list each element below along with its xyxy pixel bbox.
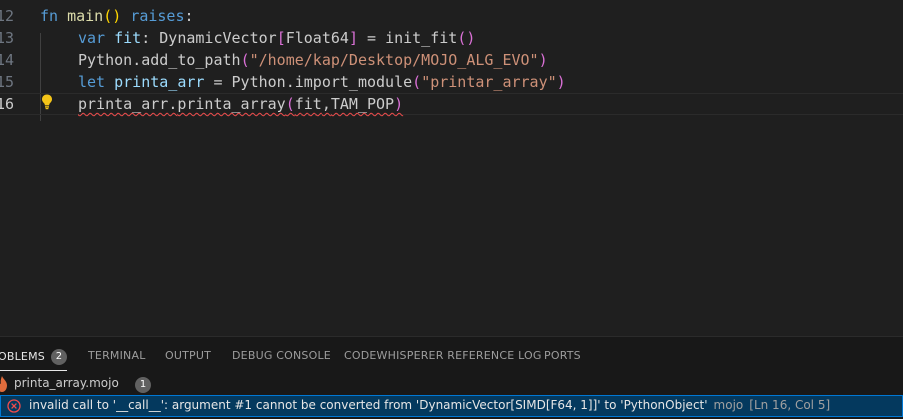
code-token: "/home/kap/Desktop/MOJO_ALG_EVO": [249, 51, 539, 69]
code-line-13[interactable]: 13 var fit: DynamicVector[Float64] = ini…: [0, 27, 903, 49]
code-token: .: [132, 51, 142, 69]
code-token: .: [285, 73, 295, 91]
bottom-panel: OBLEMS 2 TERMINAL OUTPUT DEBUG CONSOLE CO…: [0, 336, 903, 419]
code-token: ): [394, 95, 404, 113]
problem-error-row[interactable]: invalid call to '__call__': argument #1 …: [0, 395, 903, 417]
code-token: printa_arr: [78, 95, 169, 113]
error-source: mojo: [713, 398, 744, 412]
tab-terminal[interactable]: TERMINAL: [88, 349, 146, 362]
code-token: fn: [40, 7, 68, 25]
line-number: 12: [0, 7, 14, 25]
code-line-14[interactable]: 14 Python.add_to_path("/home/kap/Desktop…: [0, 49, 903, 71]
tab-output[interactable]: OUTPUT: [165, 349, 211, 362]
problems-count-badge: 2: [50, 349, 67, 365]
tab-label: OBLEMS: [0, 350, 45, 363]
code-token: .: [168, 95, 178, 113]
code-token: ): [538, 51, 548, 69]
code-token: ,: [321, 95, 331, 113]
code-token: main: [67, 7, 104, 25]
code-token: =: [357, 29, 386, 47]
code-token: add_to_path: [141, 51, 241, 69]
error-icon: [7, 399, 21, 413]
code-editor[interactable]: 12 fn main() raises: 13 var fit: Dynamic…: [0, 0, 903, 336]
problem-file-row[interactable]: printa_array.mojo 1: [0, 373, 903, 395]
code-token: printa_arr: [114, 73, 205, 91]
code-token: (: [285, 95, 295, 113]
code-token: fit: [114, 29, 142, 47]
line-number: 14: [0, 51, 14, 69]
line-number: 15: [0, 73, 14, 91]
tab-debug-console[interactable]: DEBUG CONSOLE: [232, 349, 331, 362]
mojo-file-icon: [0, 376, 7, 392]
code-token: Float64: [285, 29, 349, 47]
code-token: :: [184, 7, 194, 25]
code-line-16[interactable]: 16 printa_arr.printa_array(fit,TAM_POP): [0, 93, 903, 115]
code-token: Python: [231, 73, 286, 91]
tab-codewhisperer-reference-log[interactable]: CODEWHISPERER REFERENCE LOG: [344, 349, 542, 362]
panel-tabs: OBLEMS 2 TERMINAL OUTPUT DEBUG CONSOLE CO…: [0, 337, 903, 373]
code-token: init_fit: [385, 29, 458, 47]
code-token: ]: [348, 29, 358, 47]
code-text[interactable]: printa_arr.printa_array(fit,TAM_POP): [78, 93, 403, 115]
code-token: ): [556, 73, 566, 91]
code-token: (): [103, 7, 122, 25]
code-token: printa_array: [177, 95, 286, 113]
code-token: import_module: [294, 73, 413, 91]
tab-ports[interactable]: PORTS: [544, 349, 581, 362]
code-token: (: [412, 73, 422, 91]
error-position: [Ln 16, Col 5]: [749, 398, 831, 412]
code-token: let: [78, 73, 115, 91]
file-problem-count-badge: 1: [135, 377, 151, 393]
code-token: Python: [78, 51, 133, 69]
line-number: 16: [0, 95, 14, 113]
code-line-15[interactable]: 15 let printa_arr = Python.import_module…: [0, 71, 903, 93]
code-token: =: [204, 73, 232, 91]
code-text[interactable]: Python.add_to_path("/home/kap/Desktop/MO…: [78, 49, 548, 71]
code-token: :: [141, 29, 160, 47]
code-text[interactable]: var fit: DynamicVector[Float64] = init_f…: [78, 27, 475, 49]
active-tab-indicator: [0, 370, 67, 371]
problem-file-name: printa_array.mojo: [14, 376, 119, 390]
code-text[interactable]: fn main() raises:: [40, 5, 194, 27]
code-token: (): [457, 29, 476, 47]
code-token: raises: [130, 7, 185, 25]
code-token: "printar_array": [421, 73, 557, 91]
error-message: invalid call to '__call__': argument #1 …: [29, 398, 708, 412]
code-token: var: [78, 29, 115, 47]
lightbulb-icon[interactable]: [40, 93, 54, 111]
code-token: [: [276, 29, 286, 47]
line-number: 13: [0, 29, 14, 47]
code-token: fit: [294, 95, 322, 113]
code-line-12[interactable]: 12 fn main() raises:: [0, 5, 903, 27]
error-message-line: invalid call to '__call__': argument #1 …: [29, 398, 830, 412]
code-text[interactable]: let printa_arr = Python.import_module("p…: [78, 71, 566, 93]
tab-problems[interactable]: OBLEMS 2: [0, 349, 67, 365]
code-token: (: [240, 51, 250, 69]
code-token: TAM_POP: [330, 95, 395, 113]
code-token: DynamicVector: [159, 29, 277, 47]
